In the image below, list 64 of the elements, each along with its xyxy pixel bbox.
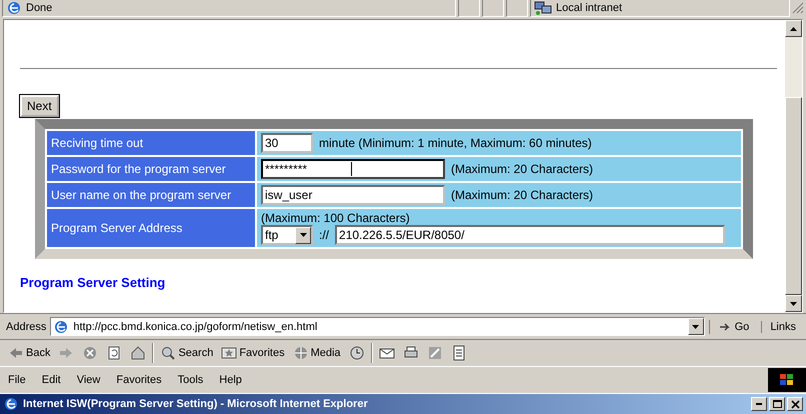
stop-icon[interactable] (82, 345, 98, 361)
dropdown-arrow-icon (300, 233, 306, 237)
refresh-icon[interactable] (106, 345, 122, 361)
input-field[interactable]: 210.226.5.5/EUR/8050/ (335, 225, 726, 245)
field-label: Program Server Address (47, 209, 255, 247)
status-panel (482, 0, 504, 17)
clock-icon[interactable] (348, 345, 365, 361)
status-panel (458, 0, 480, 17)
address-label: Address (6, 320, 46, 332)
up-arrow-icon[interactable] (790, 26, 797, 30)
back-arrow-icon (8, 345, 24, 361)
field-hint: minute (Minimum: 1 minute, Maximum: 60 minutes) (319, 136, 592, 150)
scrollbar[interactable] (785, 20, 802, 312)
menu-item[interactable]: View (68, 374, 108, 386)
globe-icon (292, 345, 309, 361)
toolbar-button[interactable]: Search (158, 345, 216, 361)
toolbar-button[interactable]: Media (290, 345, 343, 361)
links-button[interactable]: Links (761, 320, 800, 332)
document-icon[interactable] (450, 345, 467, 361)
minimize-button[interactable] (751, 397, 767, 411)
protocol-dropdown[interactable]: ftp (261, 225, 313, 245)
down-arrow-icon[interactable] (790, 302, 797, 306)
house-icon[interactable] (130, 345, 146, 361)
input-field[interactable]: ********* (261, 159, 445, 179)
close-button[interactable] (787, 397, 803, 411)
menu-item[interactable]: Favorites (108, 374, 170, 386)
window-title: Internet ISW(Program Server Setting) - Microsoft Internet Explorer (23, 398, 369, 410)
menu-item[interactable]: Edit (34, 374, 69, 386)
go-button[interactable]: Go (708, 320, 758, 334)
menu-item[interactable]: Tools (170, 374, 212, 386)
browser-icon (3, 396, 19, 412)
status-panel (506, 0, 528, 17)
close-icon (790, 399, 800, 409)
field-hint: (Maximum: 20 Characters) (451, 162, 594, 176)
dropdown-arrow-icon[interactable] (692, 324, 700, 328)
zone-text: Local intranet (556, 2, 622, 14)
next-button[interactable]: Next (20, 95, 59, 117)
network-icon (534, 0, 552, 16)
status-text: Done (26, 2, 52, 14)
page-heading: Program Server Setting (20, 275, 166, 290)
edit-page-icon[interactable] (426, 345, 443, 361)
minimize-icon (756, 403, 762, 405)
toolbar-button[interactable]: Favorites (219, 345, 287, 361)
address-field[interactable]: http://pcc.bmd.konica.co.jp/goform/netisw_en.html (50, 317, 705, 336)
page-icon (53, 318, 70, 334)
star-folder-icon (221, 345, 238, 361)
menu-item[interactable]: Help (211, 374, 250, 386)
page-icon (6, 0, 22, 16)
input-field[interactable]: 30 (261, 133, 313, 153)
search-icon (160, 345, 176, 361)
menu-item[interactable]: File (0, 374, 34, 386)
input-field[interactable]: isw_user (261, 185, 445, 205)
field-label: Reciving time out (47, 131, 255, 155)
maximize-icon (772, 399, 782, 409)
field-label: Password for the program server (47, 157, 255, 181)
resize-grip-icon (792, 2, 804, 14)
field-hint: (Maximum: 20 Characters) (451, 188, 594, 202)
separator-text: :// (319, 228, 330, 242)
scroll-thumb[interactable] (785, 97, 802, 295)
toolbar-button[interactable]: Back (6, 345, 52, 361)
maximize-button[interactable] (769, 397, 785, 411)
windows-logo (768, 368, 806, 392)
field-label: User name on the program server (47, 183, 255, 207)
field-hint: (Maximum: 100 Characters) (261, 211, 411, 225)
